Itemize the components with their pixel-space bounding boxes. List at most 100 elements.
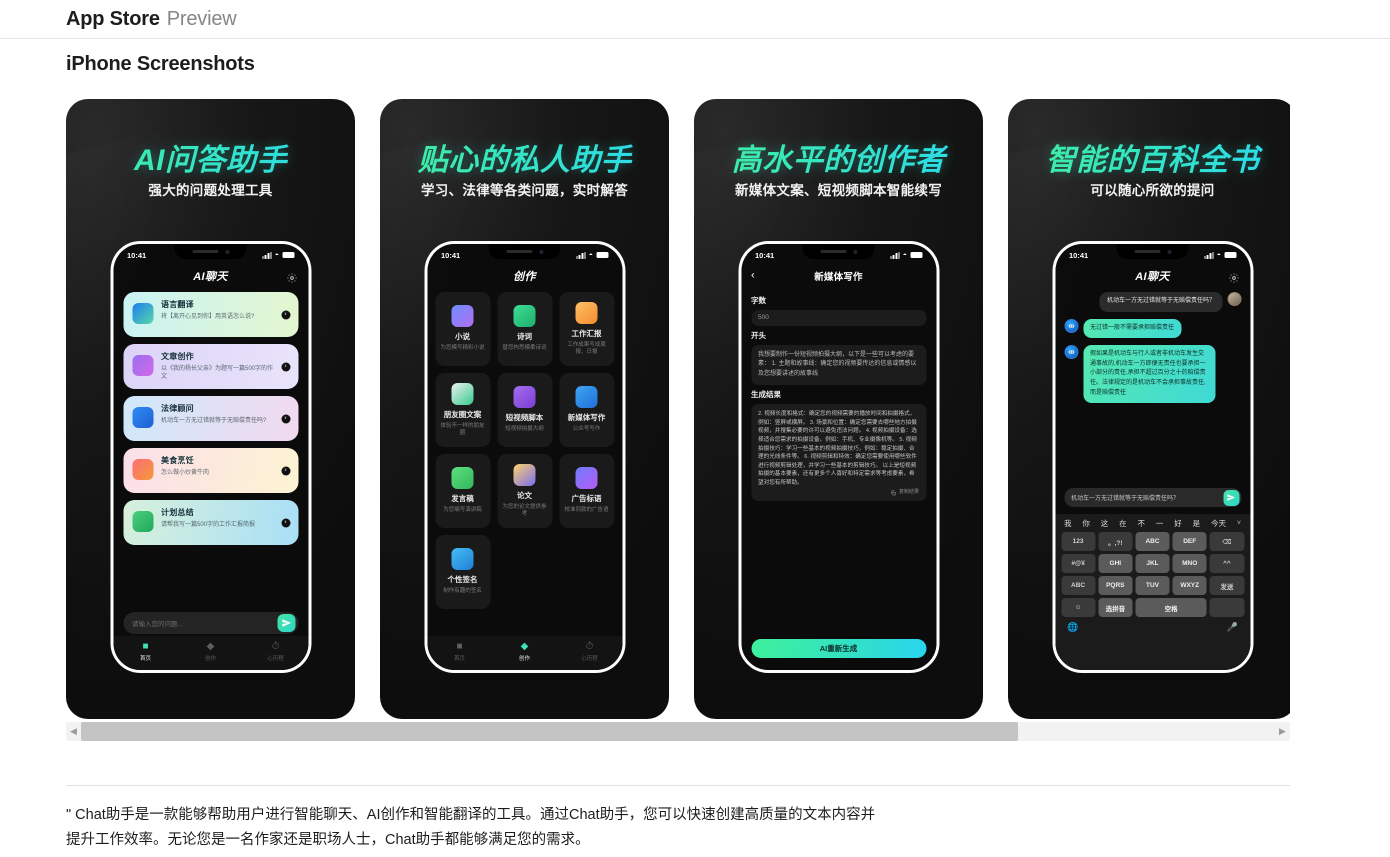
key-wxyz[interactable]: WXYZ <box>1172 576 1207 595</box>
grid-item-desc: 体验不一样的朋友圈 <box>440 422 485 436</box>
tab-history[interactable]: ⏱ 心历程 <box>243 641 308 662</box>
media-icon <box>575 386 598 409</box>
speech-icon <box>451 467 474 490</box>
key-emoticon[interactable]: ^^ <box>1209 554 1245 573</box>
cellular-signal-icon <box>1204 251 1214 259</box>
bottom-tabbar-1[interactable]: ■ 首页 ◆ 创作 ⏱ 心历程 <box>113 636 308 670</box>
grid-item[interactable]: 朋友圈文案 体验不一样的朋友圈 <box>435 373 490 447</box>
moments-icon <box>451 382 474 405</box>
gallery-scrollbar[interactable]: ◀ ▶ <box>66 722 1290 741</box>
grid-item[interactable]: 新媒体写作 公众号写作 <box>559 373 614 447</box>
screenshot-4[interactable]: 智能的百科全书 可以随心所欲的提问 10:41 ◓ AI聊天 机动车一方无过错就… <box>1008 99 1290 719</box>
key-send[interactable]: 发送 <box>1209 576 1245 595</box>
assistant-card[interactable]: 文章创作 以《我的杨长父亲》为题写一篇500字的作文 › <box>123 344 298 389</box>
chevron-right-icon[interactable]: › <box>281 466 290 475</box>
screenshot-2-subhead: 学习、法律等各类问题，实时解答 <box>421 183 628 198</box>
grid-item[interactable]: 个性签名 制作有趣的签名 <box>435 535 490 609</box>
screenshot-1[interactable]: AI问答助手 强大的问题处理工具 10:41 ◓ AI聊天 语言翻译 将【离开心… <box>66 99 355 719</box>
assistant-card[interactable]: 语言翻译 将【离开心见到你】用英语怎么说? › <box>123 292 298 337</box>
key-send-spacer[interactable] <box>1209 598 1244 617</box>
grid-item[interactable]: 论文 为您的论文提供参考 <box>497 454 552 528</box>
status-bar: 10:41 ◓ <box>427 244 622 264</box>
grid-item-desc: 公众号写作 <box>572 426 601 433</box>
send-button[interactable] <box>1223 489 1239 506</box>
key-space[interactable]: 空格 <box>1135 598 1207 617</box>
wordcount-input[interactable]: 500 <box>751 310 926 326</box>
suggestion-bar[interactable]: 我 你 这 在 不 一 好 是 今天 ˅ <box>1059 518 1246 532</box>
status-icons: ◓ <box>1204 251 1236 259</box>
key-def[interactable]: DEF <box>1172 532 1207 551</box>
key-punctuation[interactable]: 。,?! <box>1098 532 1133 551</box>
grid-item-title: 新媒体写作 <box>567 413 606 423</box>
card-title: 美食烹饪 <box>161 456 194 465</box>
key-backspace[interactable]: ⌫ <box>1209 532 1245 551</box>
key-tuv[interactable]: TUV <box>1135 576 1170 595</box>
grid-item[interactable]: 小说 为您模写精彩小说 <box>435 292 490 366</box>
suggestion-word[interactable]: 好 <box>1173 518 1183 529</box>
grid-item[interactable]: 诗词 替您构思模柔诗词 <box>497 292 552 366</box>
key-pqrs[interactable]: PQRS <box>1098 576 1133 595</box>
tab-create[interactable]: ◆ 创作 <box>178 641 243 662</box>
phone-mockup-3: 10:41 ◓ ‹ 新媒体写作 字数 500 开头 我想要制作一份短视频拍摄大纲… <box>738 241 939 673</box>
key-jkl[interactable]: JKL <box>1135 554 1170 573</box>
emoji-icon[interactable]: ☺ <box>1061 598 1096 617</box>
suggestion-word[interactable]: 不 <box>1137 518 1147 529</box>
chevron-right-icon[interactable]: › <box>281 414 290 423</box>
scrollbar-track[interactable] <box>81 722 1275 741</box>
key-ghi[interactable]: GHI <box>1098 554 1133 573</box>
opening-textarea[interactable]: 我想要制作一份短视频拍摄大纲，以下是一些可以考虑的要素： 1. 主题和故事线：确… <box>751 345 926 385</box>
chevron-right-icon[interactable]: › <box>281 310 290 319</box>
key-abc[interactable]: ABC <box>1135 532 1170 551</box>
screenshot-gallery[interactable]: AI问答助手 强大的问题处理工具 10:41 ◓ AI聊天 语言翻译 将【离开心… <box>66 99 1290 719</box>
gear-icon[interactable] <box>286 271 297 283</box>
assistant-card[interactable]: 法律顾问 机动车一方无过错就等于无赔偿责任吗? › <box>123 396 298 441</box>
suggestion-word[interactable]: 你 <box>1081 518 1091 529</box>
chevron-down-icon[interactable]: ˅ <box>1236 520 1242 527</box>
grid-item[interactable]: 工作汇报 工作成果写成周报、日报 <box>559 292 614 366</box>
grid-item[interactable]: 短视频脚本 短视频拍摄大纲 <box>497 373 552 447</box>
key-mno[interactable]: MNO <box>1172 554 1207 573</box>
status-bar: 10:41 ◓ <box>741 244 936 264</box>
tab-home[interactable]: ■ 首页 <box>427 641 492 662</box>
chevron-right-icon[interactable]: › <box>281 518 290 527</box>
send-button[interactable] <box>277 614 295 632</box>
suggestion-word[interactable]: 这 <box>1100 518 1110 529</box>
suggestion-word[interactable]: 在 <box>1118 518 1128 529</box>
suggestion-word[interactable]: 我 <box>1063 518 1073 529</box>
food-icon <box>132 459 153 480</box>
globe-icon[interactable]: 🌐 <box>1067 622 1078 633</box>
suggestion-word[interactable]: 是 <box>1192 518 1202 529</box>
card-desc: 机动车一方无过错就等于无赔偿责任吗? <box>161 418 267 424</box>
phone-mockup-2: 10:41 ◓ 创作 小说 为您模写精彩小说 诗词 替您构思模柔诗词 工作汇报 … <box>424 241 625 673</box>
scrollbar-thumb[interactable] <box>81 722 1019 741</box>
bottom-tabbar-2[interactable]: ■ 首页 ◆ 创作 ⏱ 心历程 <box>427 636 622 670</box>
wifi-icon: ◓ <box>1216 251 1221 259</box>
key-symbols[interactable]: #@¥ <box>1061 554 1096 573</box>
grid-item[interactable]: 发言稿 为您编写演讲稿 <box>435 454 490 528</box>
chevron-right-icon[interactable]: › <box>281 362 290 371</box>
key-abc-mode[interactable]: ABC <box>1061 576 1096 595</box>
tab-history[interactable]: ⏱ 心历程 <box>557 641 622 662</box>
screenshot-3[interactable]: 高水平的创作者 新媒体文案、短视频脚本智能续写 10:41 ◓ ‹ 新媒体写作 … <box>694 99 983 719</box>
grid-item[interactable]: 广告标语 校准同款的广告语 <box>559 454 614 528</box>
suggestion-word[interactable]: 今天 <box>1210 518 1227 529</box>
microphone-icon[interactable]: 🎤 <box>1227 622 1238 633</box>
chat-composer[interactable]: 请输入您的问题... <box>123 612 298 634</box>
virtual-keyboard[interactable]: 我 你 这 在 不 一 好 是 今天 ˅ 123 。,?! ABC DEF ⌫ … <box>1055 514 1250 670</box>
chevron-left-icon[interactable]: ‹ <box>751 270 755 282</box>
regenerate-button[interactable]: AI重新生成 <box>751 639 926 658</box>
key-123[interactable]: 123 <box>1061 532 1096 551</box>
screenshot-2[interactable]: 贴心的私人助手 学习、法律等各类问题，实时解答 10:41 ◓ 创作 小说 为您… <box>380 99 669 719</box>
assistant-card[interactable]: 美食烹饪 怎么做小炒黄牛肉 › <box>123 448 298 493</box>
chat-input[interactable]: 机动车一方无过错就等于无赔偿责任吗？ <box>1064 488 1241 507</box>
tab-home[interactable]: ■ 首页 <box>113 641 178 662</box>
suggestion-word[interactable]: 一 <box>1155 518 1165 529</box>
tab-create[interactable]: ◆ 创作 <box>492 641 557 662</box>
copy-result-button[interactable]: 复制结果 <box>891 489 919 497</box>
scroll-right-arrow-icon[interactable]: ▶ <box>1275 727 1290 736</box>
scroll-left-arrow-icon[interactable]: ◀ <box>66 727 81 736</box>
gear-icon[interactable] <box>1228 271 1239 283</box>
card-title: 计划总结 <box>161 508 194 517</box>
key-select-pinyin[interactable]: 选拼音 <box>1098 598 1133 617</box>
assistant-card[interactable]: 计划总结 请帮我写一篇500字的工作汇报简报 › <box>123 500 298 545</box>
